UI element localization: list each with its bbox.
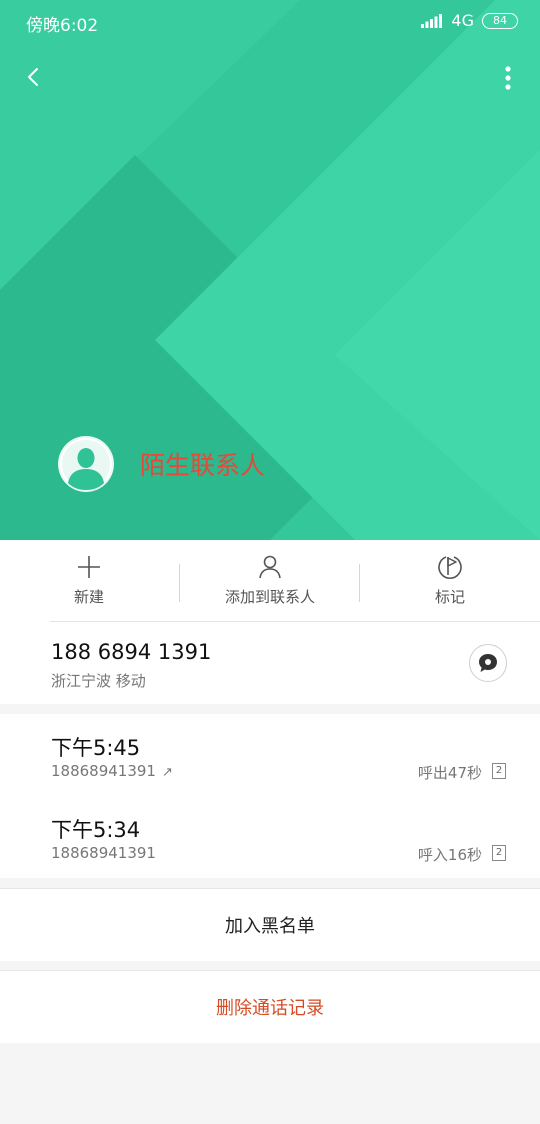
mark-button[interactable]: 标记 xyxy=(395,540,505,622)
status-right: 4G 84 xyxy=(421,11,518,30)
add-to-contacts-button[interactable]: 添加到联系人 xyxy=(190,540,350,622)
phone-location: 浙江宁波 移动 xyxy=(51,672,146,690)
avatar xyxy=(58,436,114,492)
contact-header: 傍晚6:02 4G 84 陌生联系人 xyxy=(0,0,540,540)
call-duration: 呼出47秒 xyxy=(417,764,482,782)
plus-icon xyxy=(78,556,100,578)
more-options-icon[interactable] xyxy=(498,64,518,92)
status-bar: 傍晚6:02 4G 84 xyxy=(0,0,540,46)
action-divider xyxy=(359,564,360,602)
person-icon xyxy=(259,555,281,579)
battery-icon: 84 xyxy=(482,12,518,29)
new-contact-button[interactable]: 新建 xyxy=(34,540,144,622)
call-time: 下午5:45 xyxy=(51,736,141,760)
add-to-blacklist-button[interactable]: 加入黑名单 xyxy=(0,888,540,961)
call-number-text: 18868941391 xyxy=(51,762,156,780)
status-time: 傍晚6:02 xyxy=(26,16,99,36)
phone-number-row[interactable]: 188 6894 1391 浙江宁波 移动 xyxy=(0,622,540,704)
call-log-list: 下午5:45 18868941391 ↗ 呼出47秒 2 下午5:34 18868… xyxy=(0,714,540,878)
delete-call-log-button[interactable]: 删除通话记录 xyxy=(0,970,540,1043)
sim-badge: 2 xyxy=(492,845,506,861)
call-log-item[interactable]: 下午5:34 18868941391 呼入16秒 2 xyxy=(0,796,540,878)
action-row: 新建 添加到联系人 标记 xyxy=(0,540,540,622)
call-time: 下午5:34 xyxy=(51,818,141,842)
signal-icon xyxy=(421,13,443,28)
call-number: 18868941391 xyxy=(51,844,156,862)
sim-badge: 2 xyxy=(492,763,506,779)
add-to-contacts-label: 添加到联系人 xyxy=(224,588,315,606)
new-contact-label: 新建 xyxy=(73,588,104,606)
call-duration: 呼入16秒 xyxy=(417,846,482,864)
flag-icon xyxy=(438,556,462,579)
outgoing-arrow-icon: ↗ xyxy=(161,765,173,780)
call-log-item[interactable]: 下午5:45 18868941391 ↗ 呼出47秒 2 xyxy=(0,714,540,796)
back-icon[interactable] xyxy=(18,62,48,92)
message-button[interactable] xyxy=(469,644,507,682)
call-number: 18868941391 ↗ xyxy=(51,762,173,780)
action-divider xyxy=(179,564,180,602)
contact-name: 陌生联系人 xyxy=(140,451,266,480)
phone-number: 188 6894 1391 xyxy=(51,640,212,664)
message-icon xyxy=(479,654,497,672)
mark-label: 标记 xyxy=(434,588,465,606)
network-type: 4G xyxy=(451,11,474,30)
